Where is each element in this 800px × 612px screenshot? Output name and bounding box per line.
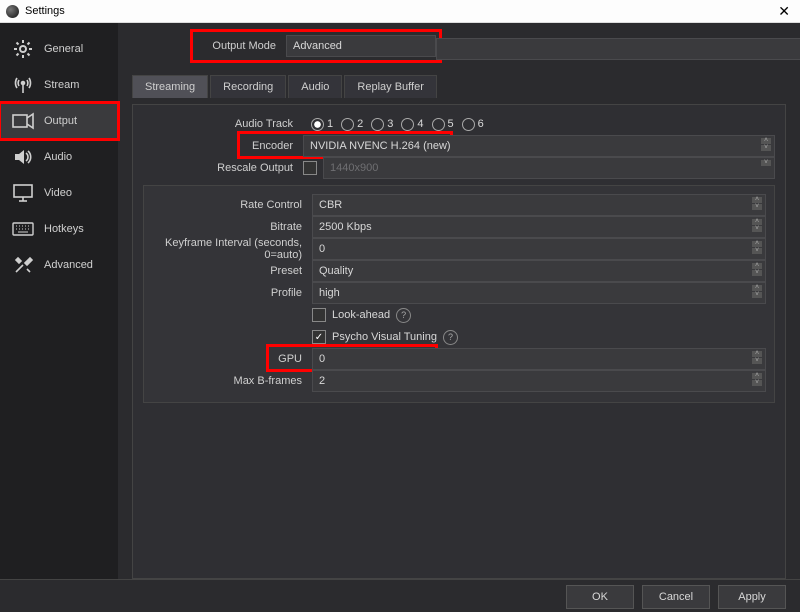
audio-track-4[interactable] xyxy=(401,118,414,131)
sidebar-item-advanced[interactable]: Advanced xyxy=(0,247,118,283)
gpu-input[interactable]: 0 ˄˅ xyxy=(312,348,766,370)
apply-button[interactable]: Apply xyxy=(718,585,786,609)
encoder-label: Encoder xyxy=(143,140,303,152)
audio-track-5[interactable] xyxy=(432,118,445,131)
sidebar-item-video[interactable]: Video xyxy=(0,175,118,211)
audio-track-6[interactable] xyxy=(462,118,475,131)
output-tabs: Streaming Recording Audio Replay Buffer xyxy=(132,75,786,98)
rescale-label: Rescale Output xyxy=(143,162,303,174)
preset-select[interactable]: Quality ˄˅ xyxy=(312,260,766,282)
sidebar-item-label: Output xyxy=(44,115,77,127)
max-b-label: Max B-frames xyxy=(152,375,312,387)
rescale-checkbox[interactable] xyxy=(303,161,317,175)
keyboard-icon xyxy=(12,218,34,240)
rate-control-label: Rate Control xyxy=(152,199,312,211)
footer: OK Cancel Apply xyxy=(0,579,800,612)
cancel-button[interactable]: Cancel xyxy=(642,585,710,609)
audio-track-1[interactable] xyxy=(311,118,324,131)
output-icon xyxy=(12,110,34,132)
sidebar-item-label: Audio xyxy=(44,151,72,163)
ok-button[interactable]: OK xyxy=(566,585,634,609)
keyframe-input[interactable]: 0 ˄˅ xyxy=(312,238,766,260)
bitrate-input[interactable]: 2500 Kbps ˄˅ xyxy=(312,216,766,238)
sidebar-item-label: Stream xyxy=(44,79,79,91)
titlebar: Settings ✕ xyxy=(0,0,800,23)
sidebar-item-general[interactable]: General xyxy=(0,31,118,67)
profile-select[interactable]: high ˄˅ xyxy=(312,282,766,304)
output-mode-select[interactable]: Advanced xyxy=(286,35,436,57)
speaker-icon xyxy=(12,146,34,168)
app-icon xyxy=(6,5,19,18)
audio-track-3[interactable] xyxy=(371,118,384,131)
streaming-panel: Audio Track 1 2 3 4 5 6 Encoder NVIDIA N… xyxy=(132,104,786,579)
close-icon[interactable]: ✕ xyxy=(774,4,794,18)
sidebar-item-label: Hotkeys xyxy=(44,223,84,235)
tab-streaming[interactable]: Streaming xyxy=(132,75,208,98)
lookahead-checkbox[interactable] xyxy=(312,308,326,322)
rescale-select[interactable]: 1440x900 ˅ xyxy=(323,157,775,179)
sidebar-item-label: General xyxy=(44,43,83,55)
window-title: Settings xyxy=(25,5,774,17)
output-mode-label: Output Mode xyxy=(196,40,286,52)
profile-label: Profile xyxy=(152,287,312,299)
audio-track-2[interactable] xyxy=(341,118,354,131)
encoder-value: NVIDIA NVENC H.264 (new) xyxy=(310,140,451,152)
sidebar-item-output[interactable]: Output xyxy=(0,103,118,139)
bitrate-label: Bitrate xyxy=(152,221,312,233)
gpu-label: GPU xyxy=(152,353,312,365)
gear-icon xyxy=(12,38,34,60)
encoder-select[interactable]: NVIDIA NVENC H.264 (new) ˄˅ xyxy=(303,135,775,157)
output-mode-value: Advanced xyxy=(293,40,342,52)
sidebar-item-hotkeys[interactable]: Hotkeys xyxy=(0,211,118,247)
sidebar-item-label: Video xyxy=(44,187,72,199)
sidebar-item-label: Advanced xyxy=(44,259,93,271)
tools-icon xyxy=(12,254,34,276)
rescale-value: 1440x900 xyxy=(330,162,378,174)
psycho-label: Psycho Visual Tuning xyxy=(332,331,437,343)
sidebar: General Stream Output Audio Video xyxy=(0,23,118,579)
audio-track-label: Audio Track xyxy=(143,118,303,130)
audio-track-group: 1 2 3 4 5 6 xyxy=(303,118,484,131)
keyframe-label: Keyframe Interval (seconds, 0=auto) xyxy=(152,237,312,261)
preset-label: Preset xyxy=(152,265,312,277)
rate-control-select[interactable]: CBR ˄˅ xyxy=(312,194,766,216)
antenna-icon xyxy=(12,74,34,96)
encoder-settings: Rate Control CBR ˄˅ Bitrate 2500 Kbps ˄˅… xyxy=(143,185,775,403)
output-mode-select-ext[interactable]: ˄˅ xyxy=(436,38,800,60)
sidebar-item-audio[interactable]: Audio xyxy=(0,139,118,175)
tab-recording[interactable]: Recording xyxy=(210,75,286,98)
main-panel: Output Mode Advanced ˄˅ Streaming Record… xyxy=(118,23,800,579)
help-icon[interactable]: ? xyxy=(396,308,411,323)
help-icon[interactable]: ? xyxy=(443,330,458,345)
tab-audio[interactable]: Audio xyxy=(288,75,342,98)
lookahead-label: Look-ahead xyxy=(332,309,390,321)
tab-replay-buffer[interactable]: Replay Buffer xyxy=(344,75,436,98)
max-b-input[interactable]: 2 ˄˅ xyxy=(312,370,766,392)
psycho-checkbox[interactable] xyxy=(312,330,326,344)
monitor-icon xyxy=(12,182,34,204)
sidebar-item-stream[interactable]: Stream xyxy=(0,67,118,103)
